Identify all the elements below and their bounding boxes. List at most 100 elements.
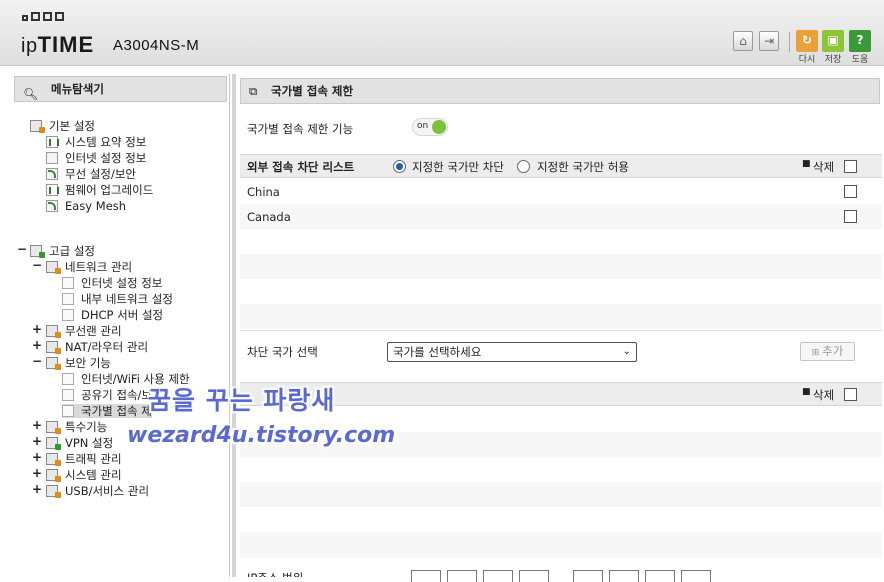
save-label: 저장 — [824, 55, 842, 65]
help-icon[interactable]: ? — [849, 30, 871, 52]
tree-wireless-security[interactable]: 무선 설정/보안 — [46, 167, 136, 181]
country-select[interactable]: 국가를 선택하세요 ⌄ — [387, 342, 637, 362]
ip-start-octet-4[interactable] — [519, 570, 549, 582]
tree-advanced-settings[interactable]: 고급 설정 — [30, 244, 95, 258]
select-all-checkbox[interactable] — [844, 160, 857, 173]
ip-end-octet-3[interactable] — [645, 570, 675, 582]
panel-splitter[interactable] — [232, 74, 236, 577]
table-row: China — [240, 179, 882, 204]
tree-internet-info[interactable]: 인터넷 설정 정보 — [46, 151, 146, 165]
tree-traffic[interactable]: 트래픽 관리 — [46, 452, 122, 466]
tree-vpn[interactable]: VPN 설정 — [46, 436, 113, 450]
collapse-security-icon[interactable]: − — [32, 354, 42, 368]
menu-explorer-panel: 🔍︎ 메뉴탐색기 기본 설정 시스템 요약 정보 인터넷 설정 정보 무선 설정… — [10, 74, 230, 577]
empty-row — [240, 254, 882, 279]
empty-row — [240, 507, 882, 532]
add-country-button[interactable]: ⊞ 추가 — [800, 342, 855, 361]
refresh-label: 다시 — [798, 55, 816, 65]
menu-explorer-title: 메뉴탐색기 — [51, 82, 104, 96]
square-bullet-icon: ■ — [802, 159, 811, 169]
ip-end-octet-1[interactable] — [573, 570, 603, 582]
select-country-label: 차단 국가 선택 — [247, 345, 318, 359]
square-bullet-icon: ■ — [802, 387, 811, 397]
tree-basic-settings[interactable]: 기본 설정 — [30, 119, 95, 133]
tree-wireless-management[interactable]: 무선랜 관리 — [46, 324, 122, 338]
tree-network-management[interactable]: 네트워크 관리 — [46, 260, 132, 274]
tree-country-block-selected[interactable]: 국가별 접속 제 — [62, 404, 152, 418]
collapse-advanced-icon[interactable]: − — [17, 242, 27, 256]
expand-traffic-icon[interactable]: + — [32, 450, 42, 464]
radio-allow[interactable] — [517, 160, 530, 173]
empty-row — [240, 482, 882, 507]
logout-icon[interactable]: ⇥ — [759, 31, 779, 51]
tree-dhcp-server[interactable]: DHCP 서버 설정 — [62, 308, 163, 322]
ip-end-octet-2[interactable] — [609, 570, 639, 582]
page-icon — [62, 293, 74, 305]
ip-start-octet-3[interactable] — [483, 570, 513, 582]
tree-net-internet-info[interactable]: 인터넷 설정 정보 — [62, 276, 162, 290]
empty-row — [240, 279, 882, 304]
block-list-header: 외부 접속 차단 리스트 지정한 국가만 차단 지정한 국가만 허용 ■ 삭제 — [240, 154, 882, 178]
country-block-toggle[interactable]: on — [412, 118, 448, 136]
row-checkbox[interactable] — [844, 185, 857, 198]
page-icon — [62, 373, 74, 385]
expand-vpn-icon[interactable]: + — [32, 434, 42, 448]
mesh-icon — [46, 200, 58, 212]
upgrade-icon — [46, 184, 59, 196]
tree-easy-mesh[interactable]: Easy Mesh — [46, 199, 126, 213]
tools-icon — [46, 421, 61, 434]
refresh-icon[interactable]: ↻ — [796, 30, 818, 52]
country-select-value: 국가를 선택하세요 — [393, 345, 482, 359]
empty-row — [240, 229, 882, 254]
block-list-title: 외부 접속 차단 리스트 — [247, 160, 355, 174]
collapse-network-icon[interactable]: − — [32, 258, 42, 272]
folder-icon — [30, 120, 45, 133]
page-title-icon: ⧉ — [249, 84, 258, 98]
tree-special-functions[interactable]: 특수기능 — [46, 420, 107, 434]
empty-row — [240, 457, 882, 482]
home-icon[interactable]: ⌂ — [733, 31, 753, 51]
content-header: ⧉ 국가별 접속 제한 — [240, 78, 880, 104]
tree-internal-network[interactable]: 내부 네트워크 설정 — [62, 292, 173, 306]
tree-security[interactable]: 보안 기능 — [46, 356, 111, 370]
table-row: Canada — [240, 204, 882, 229]
magnifier-icon: 🔍︎ — [23, 87, 39, 101]
tree-usb-services[interactable]: USB/서비스 관리 — [46, 484, 149, 498]
radio-allow-label: 지정한 국가만 허용 — [537, 160, 629, 174]
tree-system-summary[interactable]: 시스템 요약 정보 — [46, 135, 146, 149]
country-name: China — [247, 185, 280, 199]
delete-label-2: 삭제 — [813, 388, 835, 402]
expand-system-icon[interactable]: + — [32, 466, 42, 480]
lock-icon — [46, 357, 61, 370]
toolbar-divider — [789, 32, 790, 52]
select-all-checkbox-2[interactable] — [844, 388, 857, 401]
tree-nat-router[interactable]: NAT/라우터 관리 — [46, 340, 148, 354]
page-title: 국가별 접속 제한 — [271, 84, 354, 98]
row-checkbox[interactable] — [844, 210, 857, 223]
main-content: ⧉ 국가별 접속 제한 국가별 접속 제한 기능 on 외부 접속 차단 리스트… — [240, 74, 882, 582]
tree-router-access[interactable]: 공유기 접속/보 — [62, 388, 152, 402]
logo-mark-icon — [22, 12, 64, 21]
expand-usb-icon[interactable]: + — [32, 482, 42, 496]
tree-system[interactable]: 시스템 관리 — [46, 468, 122, 482]
second-list-header: ■ 삭제 — [240, 382, 882, 406]
ip-start-octet-1[interactable] — [411, 570, 441, 582]
expand-wireless-icon[interactable]: + — [32, 322, 42, 336]
tree-firmware-upgrade[interactable]: 펌웨어 업그레이드 — [46, 183, 153, 197]
chart-icon — [46, 136, 59, 148]
ip-end-octet-4[interactable] — [681, 570, 711, 582]
expand-special-icon[interactable]: + — [32, 418, 42, 432]
traffic-icon — [46, 453, 61, 466]
monitor-icon — [46, 152, 58, 164]
help-label: 도움 — [851, 55, 869, 65]
radio-block-selected[interactable] — [393, 160, 406, 173]
plus-icon: ⊞ — [811, 348, 823, 358]
ip-start-octet-2[interactable] — [447, 570, 477, 582]
save-icon[interactable]: ▣ — [822, 30, 844, 52]
empty-row — [240, 304, 882, 329]
wifi-icon — [46, 168, 58, 180]
router-icon — [46, 341, 61, 354]
vpn-icon — [46, 437, 61, 450]
empty-row — [240, 532, 882, 558]
expand-nat-icon[interactable]: + — [32, 338, 42, 352]
